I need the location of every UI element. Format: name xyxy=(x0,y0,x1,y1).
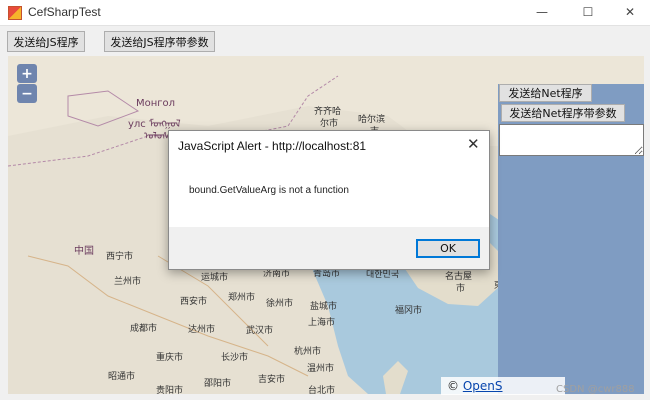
send-to-net-with-args-button[interactable]: 发送给Net程序带参数 xyxy=(501,104,625,122)
send-to-js-with-args-button[interactable]: 发送给JS程序带参数 xyxy=(104,31,215,52)
send-to-net-button[interactable]: 发送给Net程序 xyxy=(499,84,592,102)
map-label: 吉安市 xyxy=(258,375,286,385)
map-label: 兰州市 xyxy=(114,277,142,287)
map-label: 徐州市 xyxy=(266,299,294,309)
map-label: 长沙市 xyxy=(221,353,249,363)
map-label: 西宁市 xyxy=(106,252,134,262)
map-label: 西安市 xyxy=(180,297,208,307)
app-icon xyxy=(8,6,22,20)
zoom-out-button[interactable]: − xyxy=(17,84,37,103)
map-label: 台北市 xyxy=(308,386,336,394)
dialog-title: JavaScript Alert - http://localhost:81 xyxy=(178,139,367,153)
watermark: CSDN @cwr888 xyxy=(556,384,635,395)
map-label: 武汉市 xyxy=(246,326,274,336)
map-label: 中国 xyxy=(74,246,94,257)
minimize-icon[interactable]: — xyxy=(520,0,564,24)
map-label: Монгол xyxy=(136,98,176,109)
map-label: 成都市 xyxy=(130,324,158,334)
map-label: 尔市 xyxy=(320,119,339,129)
attribution-prefix: © xyxy=(447,379,463,393)
map-label: 运城市 xyxy=(201,273,229,283)
map-label: 盐城市 xyxy=(310,302,338,312)
openstreetmap-link[interactable]: OpenS xyxy=(463,379,503,393)
map-label: 杭州市 xyxy=(294,347,322,357)
map-label: 福冈市 xyxy=(395,306,423,316)
map-label: 邵阳市 xyxy=(204,379,232,389)
map-label: 贵阳市 xyxy=(156,386,184,394)
title-bar: CefSharpTest — ☐ ✕ xyxy=(0,0,650,26)
map-label: ᠤᠯᠤᠰ xyxy=(144,131,171,142)
dialog-message: bound.GetValueArg is not a function xyxy=(189,185,349,196)
map-label: 达州市 xyxy=(188,325,216,335)
map-label: 温州市 xyxy=(307,364,335,374)
map-label: 重庆市 xyxy=(156,353,184,363)
window-title: CefSharpTest xyxy=(28,5,101,19)
javascript-alert-dialog: JavaScript Alert - http://localhost:81 ✕… xyxy=(168,130,490,270)
zoom-in-button[interactable]: + xyxy=(17,64,37,83)
maximize-icon[interactable]: ☐ xyxy=(566,0,610,24)
ok-button[interactable]: OK xyxy=(416,239,480,258)
net-message-input[interactable] xyxy=(499,124,644,156)
dialog-close-icon[interactable]: ✕ xyxy=(467,135,480,153)
map-label: 上海市 xyxy=(308,318,336,328)
map-label: 郑州市 xyxy=(228,293,256,303)
map-label: 昭通市 xyxy=(108,372,136,382)
map-label: 市 xyxy=(456,284,466,294)
close-icon[interactable]: ✕ xyxy=(608,0,650,24)
send-to-js-button[interactable]: 发送给JS程序 xyxy=(7,31,85,52)
map-attribution: © OpenS xyxy=(441,377,565,395)
